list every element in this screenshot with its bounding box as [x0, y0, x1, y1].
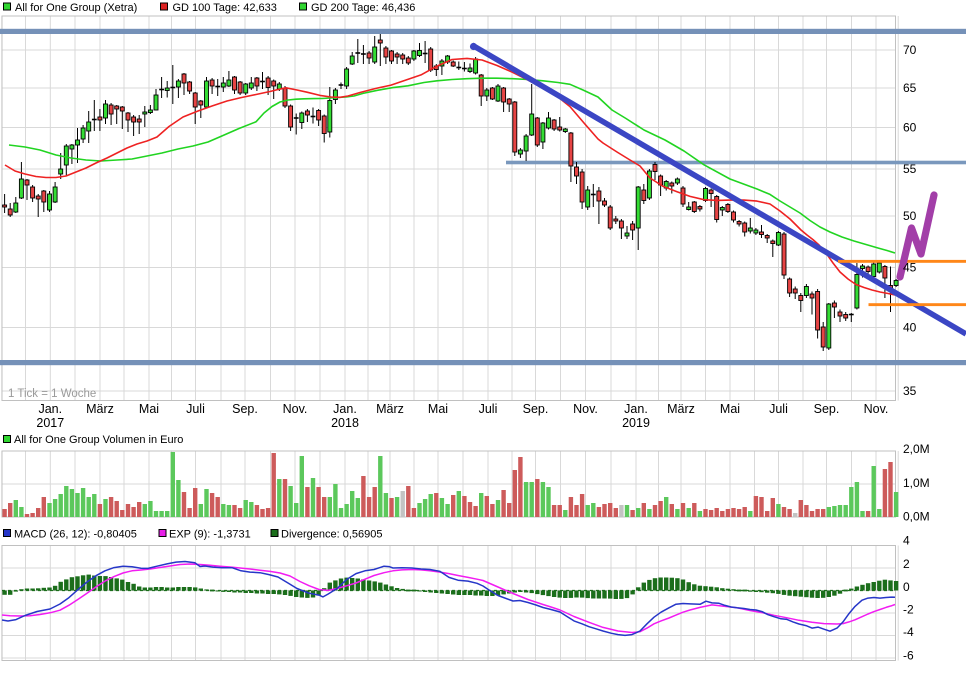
- svg-text:-6: -6: [903, 649, 914, 663]
- svg-text:-4: -4: [903, 625, 914, 639]
- svg-text:60: 60: [903, 121, 917, 135]
- svg-text:Juli: Juli: [479, 402, 498, 416]
- svg-text:GD 200 Tage: 46,436: GD 200 Tage: 46,436: [311, 2, 415, 14]
- svg-text:Divergence: 0,56905: Divergence: 0,56905: [281, 529, 383, 541]
- svg-text:März: März: [667, 402, 695, 416]
- svg-text:55: 55: [903, 162, 917, 176]
- svg-text:All for One Group (Xetra): All for One Group (Xetra): [15, 2, 137, 14]
- svg-text:Sep.: Sep.: [523, 402, 549, 416]
- svg-text:45: 45: [903, 261, 917, 275]
- svg-text:März: März: [86, 402, 114, 416]
- svg-text:50: 50: [903, 209, 917, 223]
- svg-text:2019: 2019: [622, 416, 650, 430]
- svg-text:1 Tick = 1 Woche: 1 Tick = 1 Woche: [8, 388, 96, 400]
- svg-text:Nov.: Nov.: [573, 402, 598, 416]
- svg-text:Jan.: Jan.: [624, 402, 648, 416]
- svg-text:2017: 2017: [36, 416, 64, 430]
- svg-text:Mai: Mai: [428, 402, 448, 416]
- svg-text:65: 65: [903, 81, 917, 95]
- svg-text:0,0M: 0,0M: [903, 510, 930, 524]
- svg-text:Sep.: Sep.: [232, 402, 258, 416]
- svg-text:40: 40: [903, 321, 917, 335]
- svg-text:GD 100 Tage: 42,633: GD 100 Tage: 42,633: [173, 2, 277, 14]
- svg-text:Mai: Mai: [139, 402, 159, 416]
- svg-text:2018: 2018: [331, 416, 359, 430]
- svg-text:Nov.: Nov.: [283, 402, 308, 416]
- svg-text:Juli: Juli: [769, 402, 788, 416]
- svg-text:EXP (9): -1,3731: EXP (9): -1,3731: [169, 529, 251, 541]
- svg-text:1,0M: 1,0M: [903, 476, 930, 490]
- svg-text:MACD (26, 12): -0,80405: MACD (26, 12): -0,80405: [14, 529, 137, 541]
- svg-text:2: 2: [903, 557, 910, 571]
- svg-text:4: 4: [903, 534, 910, 548]
- svg-text:Sep.: Sep.: [814, 402, 840, 416]
- svg-text:70: 70: [903, 43, 917, 57]
- svg-text:Nov.: Nov.: [864, 402, 889, 416]
- svg-text:März: März: [376, 402, 404, 416]
- svg-text:Jan.: Jan.: [333, 402, 357, 416]
- svg-text:-2: -2: [903, 603, 914, 617]
- svg-text:0: 0: [903, 580, 910, 594]
- svg-text:35: 35: [903, 384, 917, 398]
- svg-text:2,0M: 2,0M: [903, 442, 930, 456]
- svg-text:All for One Group Volumen in E: All for One Group Volumen in Euro: [14, 434, 183, 446]
- svg-text:Jan.: Jan.: [38, 402, 62, 416]
- svg-text:Juli: Juli: [186, 402, 205, 416]
- svg-text:Mai: Mai: [720, 402, 740, 416]
